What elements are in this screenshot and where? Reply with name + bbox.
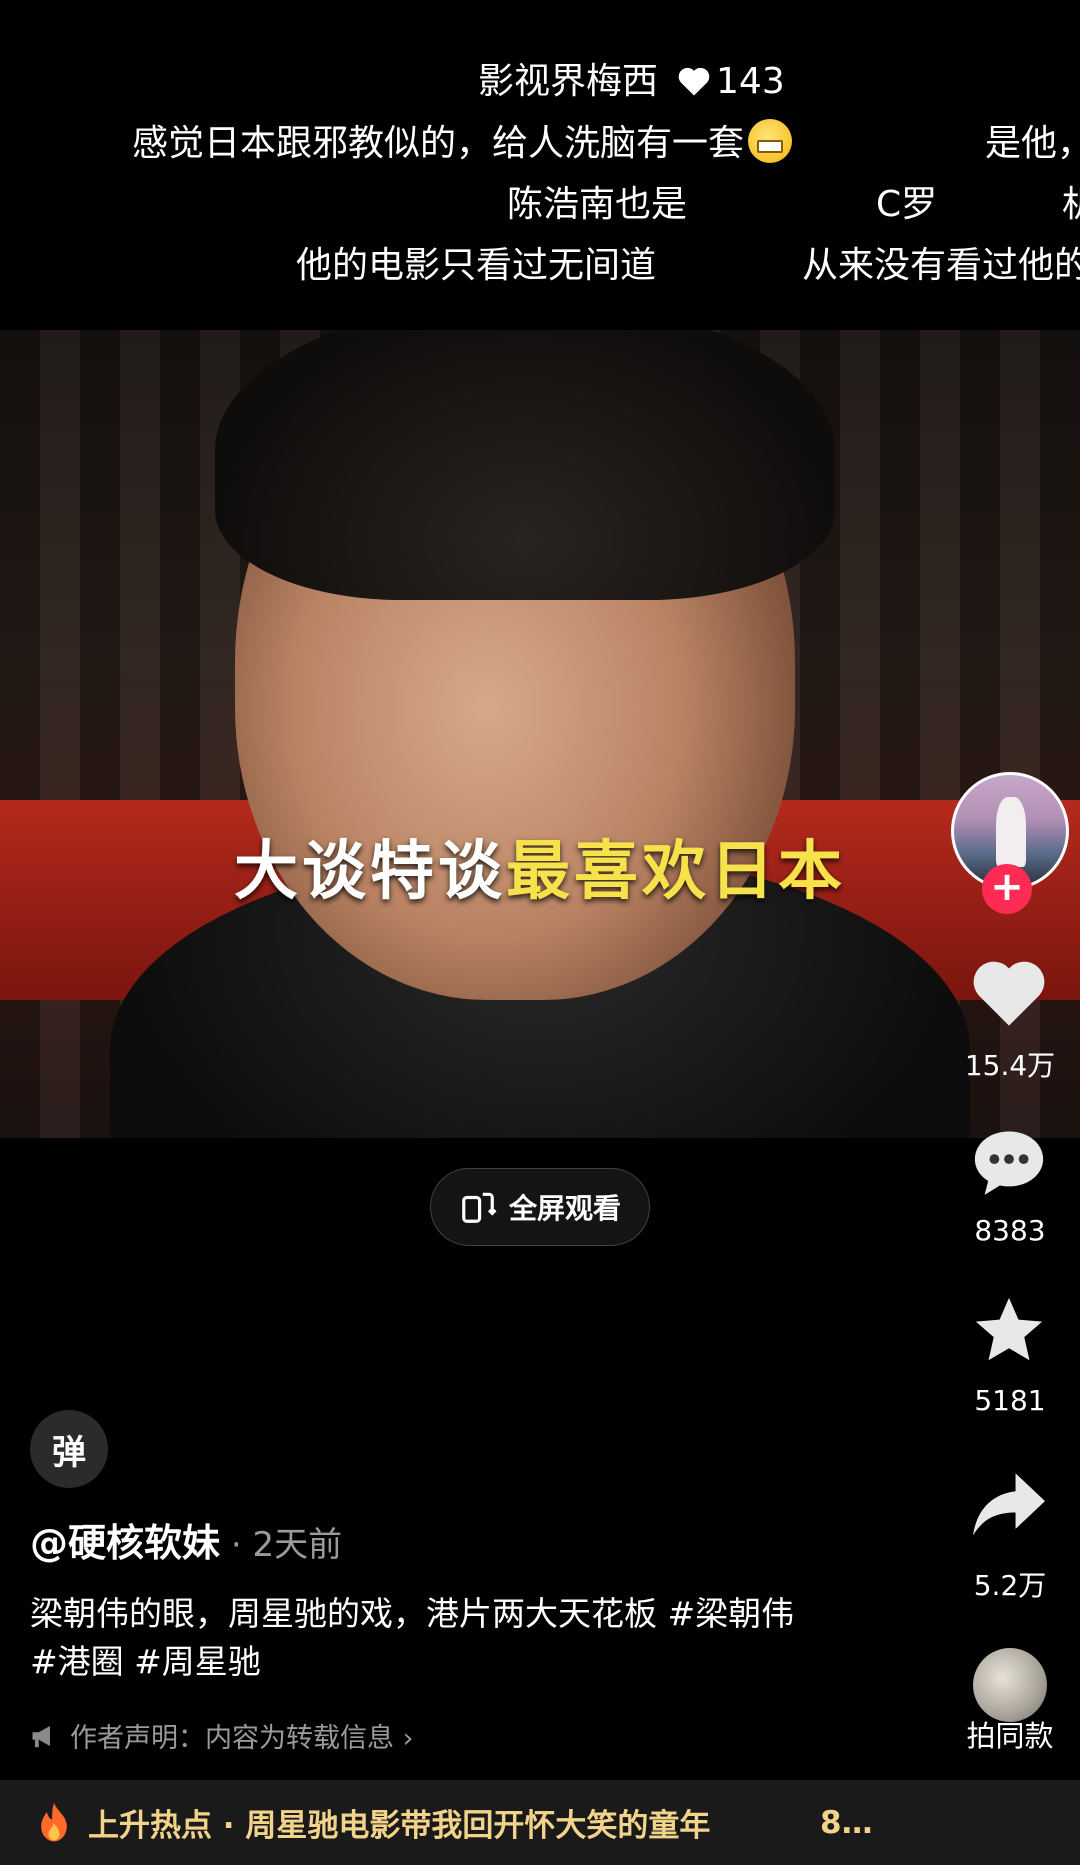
danmaku-text: C罗 <box>876 184 938 225</box>
danmaku-comment: 机 <box>1062 175 1080 227</box>
share-count: 5.2万 <box>973 1569 1047 1602</box>
separator-dot: · <box>220 1525 253 1565</box>
danmaku-user: 影视界梅西 <box>478 61 659 102</box>
person-hair <box>215 330 835 600</box>
danmaku-text: 他的电影只看过无间道 <box>296 245 657 286</box>
author-notice[interactable]: 作者声明：内容为转载信息 › <box>30 1716 413 1755</box>
trending-bar[interactable]: 上升热点 · 周星驰电影带我回开怀大笑的童年 8… <box>0 1780 1080 1865</box>
danmaku-comment: 他的电影只看过无间道 <box>296 236 656 288</box>
danmaku-toggle-label: 弹 <box>52 1432 86 1473</box>
danmaku-comment: 影视界梅西 143 <box>478 52 785 104</box>
author-name[interactable]: @硬核软妹 <box>30 1521 220 1565</box>
comment-icon[interactable] <box>968 1125 1050 1203</box>
author-line: @硬核软妹 · 2天前 <box>30 1512 342 1567</box>
trending-text: 上升热点 · 周星驰电影带我回开怀大笑的童年 <box>88 1808 711 1844</box>
fullscreen-label: 全屏观看 <box>508 1192 621 1225</box>
danmaku-comment: C罗 <box>876 175 937 227</box>
music-disc-icon[interactable] <box>973 1648 1047 1722</box>
danmaku-comment: 陈浩南也是 <box>507 175 687 227</box>
share-arrow-icon[interactable] <box>968 1470 1050 1542</box>
video-subtitle: 大谈特谈最喜欢日本 <box>0 820 1080 912</box>
danmaku-toggle-button[interactable]: 弹 <box>30 1410 108 1488</box>
rotate-screen-icon <box>462 1192 497 1223</box>
fullscreen-button[interactable]: 全屏观看 <box>430 1168 650 1246</box>
flame-icon <box>41 1802 67 1841</box>
heart-icon <box>678 67 710 96</box>
danmaku-text: 是他， <box>985 123 1080 164</box>
danmaku-text: 机 <box>1062 184 1080 225</box>
subtitle-white-text: 大谈特谈 <box>234 835 506 909</box>
like-heart-icon[interactable] <box>968 955 1050 1029</box>
post-caption[interactable]: 梁朝伟的眼，周星驰的戏，港片两大天花板 #梁朝伟 #港圈 #周星驰 <box>30 1590 830 1686</box>
danmaku-comment: 从来没有看过他的 <box>802 236 1080 288</box>
trending-views: 8… <box>820 1804 873 1841</box>
megaphone-icon <box>32 1725 50 1747</box>
video-player[interactable]: 大谈特谈最喜欢日本 <box>0 330 1080 1138</box>
comment-count: 8383 <box>974 1214 1046 1247</box>
danmaku-text: 陈浩南也是 <box>507 184 688 225</box>
author-notice-text: 作者声明：内容为转载信息 › <box>70 1723 414 1754</box>
like-count: 15.4万 <box>964 1049 1056 1082</box>
favorite-count: 5181 <box>974 1384 1046 1417</box>
danmaku-text: 从来没有看过他的 <box>802 245 1080 286</box>
follow-button[interactable]: + <box>982 864 1032 914</box>
grin-sweat-emoji-icon <box>748 119 793 163</box>
danmaku-comment: 是他， <box>985 114 1080 166</box>
same-style-label[interactable]: 拍同款 <box>940 1713 1080 1755</box>
danmaku-like-count: 143 <box>716 61 785 102</box>
danmaku-comment: 感觉日本跟邪教似的，给人洗脑有一套 <box>132 114 793 166</box>
subtitle-highlight-text: 最喜欢日本 <box>506 835 846 909</box>
post-time: 2天前 <box>252 1525 343 1565</box>
favorite-star-icon[interactable] <box>968 1292 1050 1370</box>
danmaku-text: 感觉日本跟邪教似的，给人洗脑有一套 <box>132 123 745 164</box>
